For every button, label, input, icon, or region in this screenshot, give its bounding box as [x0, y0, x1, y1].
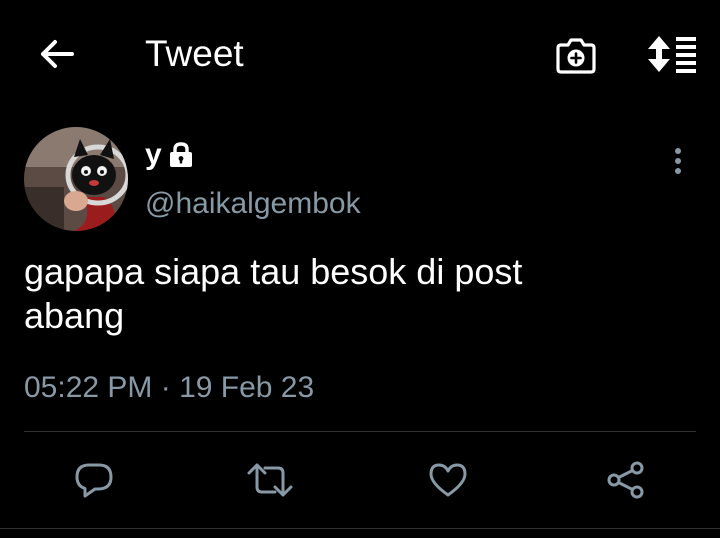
retweet-button[interactable] — [246, 458, 294, 502]
arrow-left-icon — [41, 40, 74, 68]
more-vertical-icon — [675, 148, 681, 174]
reply-button[interactable] — [70, 458, 118, 502]
lock-icon — [168, 141, 194, 169]
tweet-text: gapapa siapa tau besok di post abang — [24, 251, 523, 336]
sort-button[interactable] — [643, 33, 699, 75]
tweet-timestamp[interactable]: 05:22 PM · 19 Feb 23 — [24, 370, 314, 406]
like-icon — [429, 463, 467, 497]
back-button[interactable] — [36, 36, 76, 72]
retweet-icon — [247, 463, 293, 497]
reply-icon — [75, 463, 113, 498]
display-name-text: y — [145, 138, 162, 171]
divider — [24, 431, 696, 432]
tweet-actions-bar — [0, 450, 720, 510]
page-title: Tweet — [145, 33, 244, 74]
camera-button[interactable] — [553, 34, 599, 76]
like-button[interactable] — [424, 458, 472, 502]
sort-list-icon — [648, 36, 696, 73]
avatar[interactable] — [24, 127, 128, 231]
camera-add-icon — [556, 38, 596, 74]
author-handle[interactable]: @haikalgembok — [145, 186, 361, 222]
top-app-bar: Tweet — [0, 0, 720, 110]
share-button[interactable] — [602, 458, 650, 502]
bottom-divider — [0, 528, 720, 529]
avatar-image — [24, 127, 128, 231]
share-icon — [607, 461, 644, 499]
author-display-name[interactable]: y — [145, 138, 194, 172]
more-options-button[interactable] — [664, 144, 692, 178]
